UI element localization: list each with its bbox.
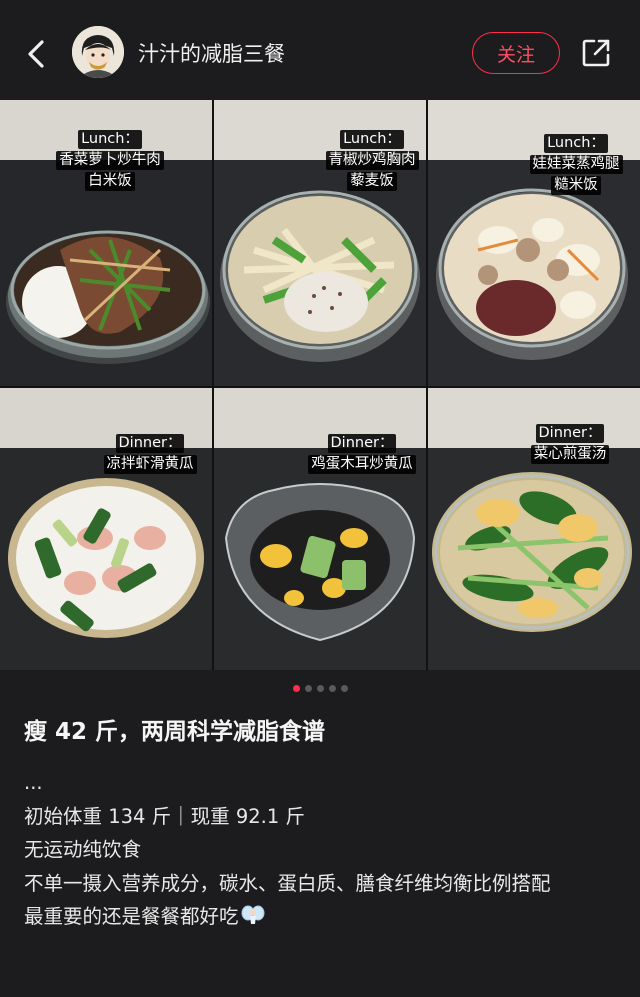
carousel-dot[interactable]	[292, 685, 300, 692]
meal-photo-5[interactable]	[214, 388, 426, 670]
post-line: 无运动纯饮食	[24, 838, 142, 861]
fairy-icon	[241, 905, 265, 924]
meal-label: Lunch：	[340, 130, 404, 149]
avatar[interactable]	[72, 26, 124, 78]
meal-label: Dinner：	[327, 434, 397, 453]
meal-caption-2: Lunch： 青椒炒鸡胸肉 藜麦饭	[302, 130, 442, 191]
carousel-dot[interactable]	[316, 685, 324, 692]
meal-label: Dinner：	[535, 424, 605, 443]
dish-name: 菜心煎蛋汤	[530, 445, 610, 464]
dish-name: 凉拌虾滑黄瓜	[103, 455, 197, 474]
post-line: ...	[24, 771, 43, 794]
follow-button[interactable]: 关注	[472, 32, 560, 74]
dish-name: 香菜萝卜炒牛肉	[56, 151, 164, 170]
meal-caption-1: Lunch： 香菜萝卜炒牛肉 白米饭	[40, 130, 180, 191]
post-line: 不单一摄入营养成分，碳水、蛋白质、膳食纤维均衡比例搭配	[24, 871, 551, 895]
dish-name: 娃娃菜蒸鸡腿	[529, 155, 623, 174]
meal-label: Dinner：	[115, 434, 185, 453]
carousel-dot[interactable]	[340, 685, 348, 692]
grain-name: 糙米饭	[551, 176, 601, 195]
meal-label: Lunch：	[544, 134, 608, 153]
carousel-pagination	[0, 685, 640, 692]
chevron-left-icon[interactable]	[22, 34, 52, 74]
post-header: 汁汁的减脂三餐 关注	[0, 0, 640, 100]
meal-photo-4[interactable]	[0, 388, 212, 670]
meal-caption-4: Dinner： 凉拌虾滑黄瓜	[80, 434, 220, 474]
dish-name: 青椒炒鸡胸肉	[325, 151, 419, 170]
meal-caption-5: Dinner： 鸡蛋木耳炒黄瓜	[292, 434, 432, 474]
grain-name: 白米饭	[85, 172, 135, 191]
post-line: 初始体重 134 斤｜现重 92.1 斤	[24, 804, 305, 828]
post-line: 最重要的还是餐餐都好吃	[24, 905, 239, 928]
post-title: 瘦 42 斤，两周科学减脂食谱	[24, 719, 326, 745]
author-name[interactable]: 汁汁的减脂三餐	[138, 38, 285, 68]
share-icon[interactable]	[580, 37, 612, 69]
post-body: ... 初始体重 134 斤｜现重 92.1 斤 无运动纯饮食 不单一摄入营养成…	[24, 766, 624, 934]
carousel-dot[interactable]	[328, 685, 336, 692]
post-last-line: 最重要的还是餐餐都好吃	[24, 900, 624, 934]
dish-name: 鸡蛋木耳炒黄瓜	[308, 455, 416, 474]
meal-caption-3: Lunch： 娃娃菜蒸鸡腿 糙米饭	[506, 134, 640, 195]
meal-label: Lunch：	[78, 130, 142, 149]
grain-name: 藜麦饭	[347, 172, 397, 191]
carousel-dot[interactable]	[304, 685, 312, 692]
meal-photo-carousel[interactable]: Lunch： 香菜萝卜炒牛肉 白米饭 Lunch： 青椒炒鸡胸肉 藜麦饭 Lun…	[0, 100, 640, 670]
meal-caption-6: Dinner： 菜心煎蛋汤	[500, 424, 640, 464]
